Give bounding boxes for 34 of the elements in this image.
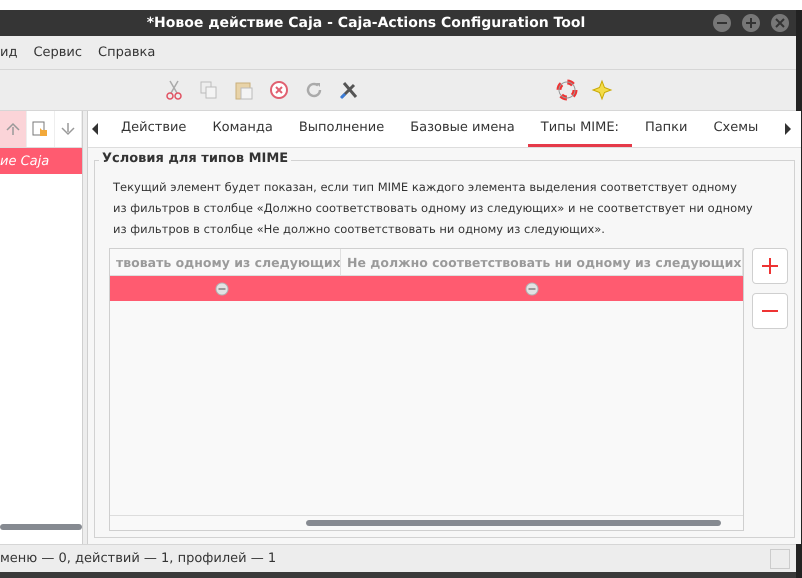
maximize-icon[interactable] [741,13,761,33]
remove-button[interactable] [752,293,788,329]
minus-icon[interactable] [524,282,538,296]
scroll-left-icon[interactable] [90,122,100,136]
star-icon[interactable] [591,79,613,101]
lifebuoy-icon[interactable] [556,79,578,101]
scrollbar-thumb[interactable] [0,524,82,530]
tab[interactable]: Выполнение [286,111,398,147]
delete-icon[interactable] [268,79,290,101]
minus-icon[interactable] [215,282,229,296]
minus-icon [761,309,779,313]
add-button[interactable] [752,248,788,284]
menu-item[interactable]: ид [0,45,18,60]
move-down-button[interactable] [54,111,82,147]
tab[interactable]: Схемы [700,111,772,147]
menu-item[interactable]: Сервис [33,45,82,60]
tab[interactable]: Команда [199,111,286,147]
description-text: Текущий элемент будет показан, если тип MIME каждого элемента выделения соответствует одному из фильтров в столбце «Должно соответствовать одному из следующих» и не соответствует ни одному из фильтров в столбце «Не должно соответствовать ни одному из следующих». [113,179,753,238]
tab[interactable]: Действие [108,111,200,147]
tab[interactable]: Папки [632,111,700,147]
resize-grip [770,548,790,568]
tab[interactable]: Базовые имена [397,111,528,147]
section-title: Условия для типов MIME [99,151,292,166]
scrollbar-thumb[interactable] [306,520,721,526]
window-title: *Новое действие Caja - Caja-Actions Configuration Tool [146,15,586,31]
menu-item[interactable]: Справка [98,45,156,60]
plus-icon [761,257,779,275]
minimize-icon[interactable] [712,13,732,33]
move-up-button[interactable] [0,111,28,147]
arrow-down-icon [60,121,76,137]
close-icon[interactable] [770,13,790,33]
arrow-up-icon [5,121,22,137]
status-text: меню — 0, действий — 1, профилей — 1 [0,551,278,566]
scroll-right-icon[interactable] [783,122,793,136]
